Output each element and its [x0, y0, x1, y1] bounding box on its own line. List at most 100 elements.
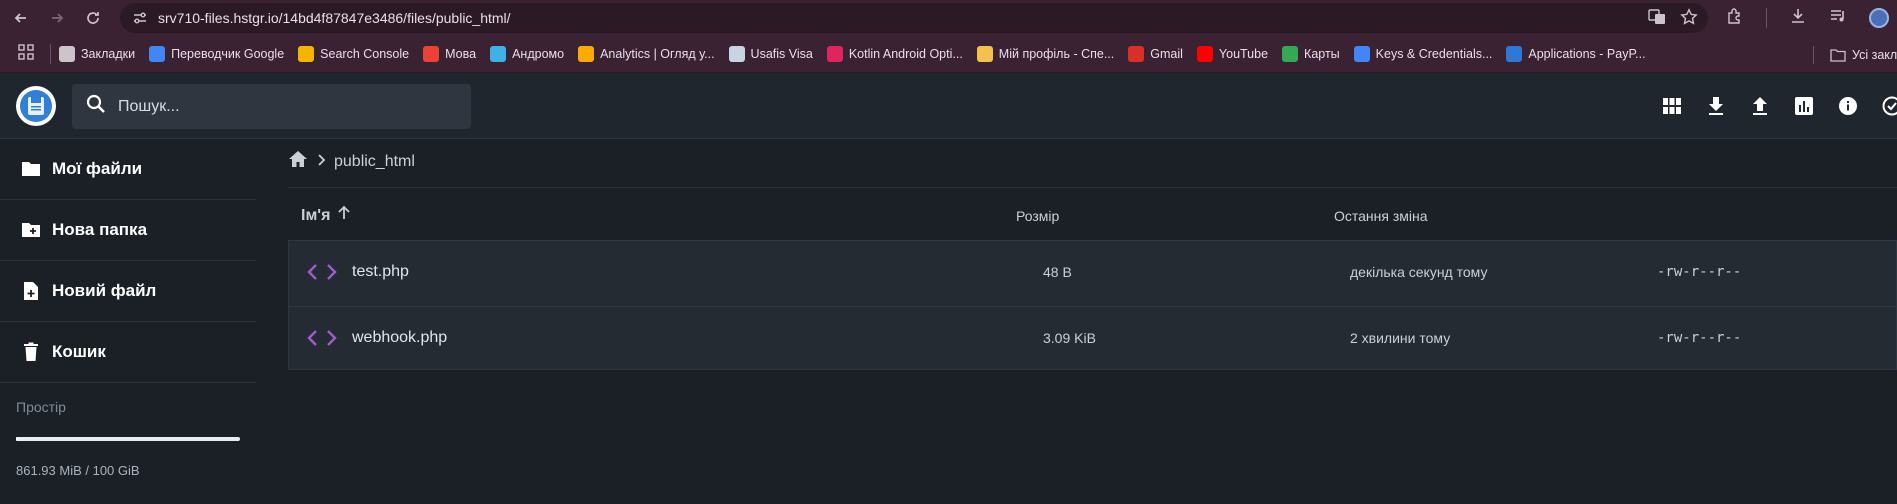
- bookmark-label: Kotlin Android Opti...: [848, 47, 963, 61]
- bookmark-label: Мова: [445, 47, 477, 61]
- page-icon: [728, 46, 745, 62]
- file-list: test.php 48 B декілька секунд тому -rw-r…: [288, 240, 1897, 370]
- column-header-size[interactable]: Розмір: [1016, 208, 1059, 224]
- header-actions: [1660, 94, 1897, 118]
- info-icon[interactable]: [1836, 94, 1860, 118]
- bookmark-item[interactable]: YouTube: [1196, 46, 1268, 62]
- bookmark-label: Usafis Visa: [750, 47, 813, 61]
- column-header-modified[interactable]: Остання зміна: [1334, 208, 1428, 224]
- file-row[interactable]: webhook.php 3.09 KiB 2 хвилини тому -rw-…: [289, 306, 1896, 370]
- bookmark-label: Applications - PayP...: [1528, 47, 1646, 61]
- file-list-header: Ім'я Розмір Остання зміна: [288, 196, 1897, 238]
- bookmark-label: Analytics | Огляд у...: [600, 47, 715, 61]
- back-button[interactable]: [6, 3, 36, 33]
- reload-button[interactable]: [78, 3, 108, 33]
- pin-icon: [1353, 46, 1370, 62]
- chevron-right-icon: [316, 153, 326, 171]
- home-icon[interactable]: [288, 150, 308, 173]
- sidebar-item-my-files[interactable]: Мої файли: [0, 139, 256, 200]
- sidebar-item-label: Мої файли: [52, 159, 143, 178]
- column-header-name[interactable]: Ім'я: [301, 205, 352, 226]
- divider: [288, 187, 1897, 188]
- sidebar-item-label: Кошик: [52, 342, 106, 361]
- youtube-icon: [1196, 46, 1213, 62]
- sidebar-item-new-folder[interactable]: Нова папка: [0, 200, 256, 261]
- file-permissions: -rw-r--r--: [1657, 264, 1742, 280]
- all-bookmarks-button[interactable]: Усі закладки: [1813, 46, 1897, 64]
- file-size: 3.09 KiB: [1043, 330, 1096, 346]
- bookmark-item[interactable]: Search Console: [298, 46, 409, 62]
- arrow-right-icon: [52, 13, 64, 23]
- folder-icon: [1830, 49, 1846, 62]
- gmail-icon: [1128, 46, 1145, 62]
- bookmark-label: Мій профіль - Спе...: [998, 47, 1115, 61]
- toolbar-divider: [1766, 8, 1767, 28]
- trash-icon: [20, 341, 42, 363]
- maps-icon: [1282, 46, 1299, 62]
- apps-grid-icon[interactable]: [18, 43, 34, 65]
- profile-avatar[interactable]: [1869, 8, 1889, 28]
- browser-toolbar: srv710-files.hstgr.io/14bd4f87847e3486/f…: [0, 0, 1897, 36]
- bookmark-item[interactable]: Закладки: [59, 46, 135, 62]
- site-settings-icon[interactable]: [130, 8, 150, 28]
- file-size: 48 B: [1043, 264, 1072, 280]
- extensions-icon[interactable]: [1726, 7, 1744, 30]
- bookmarks-divider: [1813, 46, 1814, 64]
- all-bookmarks-label: Усі закладки: [1852, 48, 1897, 62]
- code-file-icon: [307, 264, 337, 280]
- bookmark-label: Карты: [1304, 47, 1340, 61]
- paypal-icon: [1506, 46, 1523, 62]
- bookmark-item[interactable]: Переводчик Google: [149, 46, 284, 62]
- file-row[interactable]: test.php 48 B декілька секунд тому -rw-r…: [289, 241, 1896, 305]
- kotlin-icon: [826, 46, 843, 62]
- upload-icon[interactable]: [1748, 94, 1772, 118]
- sidebar-item-label: Новий файл: [52, 281, 157, 300]
- file-name: test.php: [352, 263, 409, 280]
- new-folder-icon: [20, 219, 42, 241]
- bookmark-label: Search Console: [320, 47, 410, 61]
- address-bar[interactable]: srv710-files.hstgr.io/14bd4f87847e3486/f…: [120, 3, 1708, 33]
- bookmark-label: Gmail: [1150, 47, 1183, 61]
- bookmark-item[interactable]: Usafis Visa: [728, 46, 813, 62]
- code-file-icon: [307, 330, 337, 346]
- media-queue-icon[interactable]: [1829, 7, 1847, 30]
- bookmark-item[interactable]: Карты: [1282, 46, 1340, 62]
- translate-icon[interactable]: [1648, 8, 1666, 31]
- reload-icon: [87, 12, 99, 24]
- file-modified: 2 хвилини тому: [1350, 330, 1451, 346]
- download-icon[interactable]: [1704, 94, 1728, 118]
- sidebar-item-new-file[interactable]: Новий файл: [0, 261, 256, 322]
- folder-icon: [20, 158, 42, 180]
- column-header-label: Ім'я: [301, 206, 331, 224]
- chart-icon[interactable]: [1792, 94, 1816, 118]
- grid-view-icon[interactable]: [1660, 94, 1684, 118]
- storage-progress-bar: [16, 437, 240, 441]
- forward-button[interactable]: [42, 3, 72, 33]
- bookmark-item[interactable]: Мій профіль - Спе...: [976, 46, 1115, 62]
- filebrowser-logo[interactable]: [16, 86, 56, 126]
- bookmark-label: Keys & Credentials...: [1375, 47, 1493, 61]
- search-icon: [86, 94, 106, 119]
- bookmark-item[interactable]: Analytics | Огляд у...: [578, 46, 715, 62]
- file-name: webhook.php: [352, 329, 448, 346]
- sidebar: Мої файли Нова папка Новий файл Кошик Пр…: [0, 139, 256, 504]
- storage-title: Простір: [16, 399, 66, 415]
- downloads-icon[interactable]: [1789, 7, 1807, 30]
- analytics-icon: [578, 46, 595, 62]
- bookmark-item[interactable]: Андромо: [490, 46, 564, 62]
- bookmark-item[interactable]: Kotlin Android Opti...: [826, 46, 963, 62]
- check-circle-icon[interactable]: [1880, 94, 1897, 118]
- bookmark-item[interactable]: Мова: [423, 46, 476, 62]
- bookmark-item[interactable]: Keys & Credentials...: [1353, 46, 1493, 62]
- search-input[interactable]: Пошук...: [72, 84, 471, 129]
- google-translate-icon: [149, 46, 166, 62]
- breadcrumb-current[interactable]: public_html: [334, 153, 415, 171]
- google-icon: [423, 46, 440, 62]
- storage-usage: 861.93 MiB / 100 GiB: [16, 463, 140, 478]
- sidebar-item-trash[interactable]: Кошик: [0, 322, 256, 383]
- new-file-icon: [20, 280, 42, 302]
- bookmark-star-icon[interactable]: [1680, 8, 1698, 31]
- arrow-up-icon: [336, 205, 352, 226]
- bookmark-item[interactable]: Applications - PayP...: [1506, 46, 1646, 62]
- bookmark-item[interactable]: Gmail: [1128, 46, 1183, 62]
